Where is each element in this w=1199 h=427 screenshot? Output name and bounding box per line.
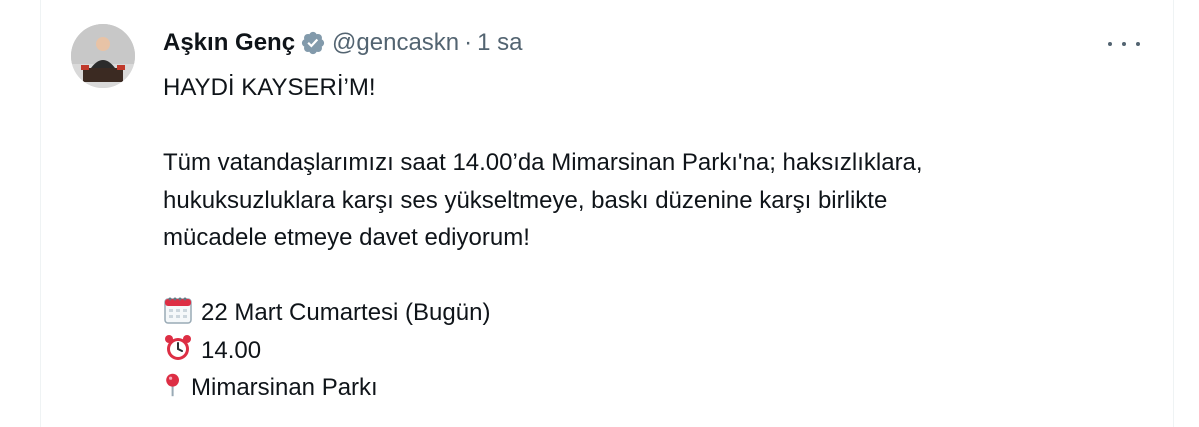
tweet-text: HAYDİ KAYSERİ’M! Tüm vatandaşlarımızı sa…	[163, 69, 1123, 407]
paragraph-line-1: Tüm vatandaşlarımızı saat 14.00’da Mimar…	[163, 149, 923, 176]
separator-dot: ·	[464, 29, 473, 56]
event-place-line: Mimarsinan Parkı	[163, 369, 1123, 407]
author-name[interactable]: Aşkın Genç	[163, 29, 295, 57]
avatar[interactable]	[71, 24, 135, 88]
calendar-emoji-icon	[164, 297, 192, 324]
event-time-line: 14.00	[163, 332, 1123, 370]
more-options-icon[interactable]	[1108, 36, 1140, 52]
alarm-clock-emoji-icon	[165, 334, 191, 360]
paragraph-line-3: mücadele etmeye davet ediyorum!	[163, 224, 530, 251]
event-date-line: 22 Mart Cumartesi (Bugün)	[163, 294, 1123, 332]
event-place: Mimarsinan Parkı	[191, 374, 378, 401]
paragraph-line-2: hukuksuzluklara karşı ses yükseltmeye, b…	[163, 186, 888, 214]
tweet-header: Aşkın Genç @gencaskn · 1 sa	[163, 27, 523, 59]
tweet-headline: HAYDİ KAYSERİ’M!	[163, 74, 376, 101]
round-pushpin-emoji-icon	[166, 373, 179, 397]
avatar-image	[71, 24, 135, 88]
event-date: 22 Mart Cumartesi (Bugün)	[201, 299, 491, 326]
verified-badge-icon[interactable]	[300, 30, 326, 56]
event-time: 14.00	[201, 336, 262, 364]
author-handle[interactable]: @gencaskn	[332, 29, 459, 57]
tweet-timestamp[interactable]: 1 sa	[477, 29, 522, 57]
